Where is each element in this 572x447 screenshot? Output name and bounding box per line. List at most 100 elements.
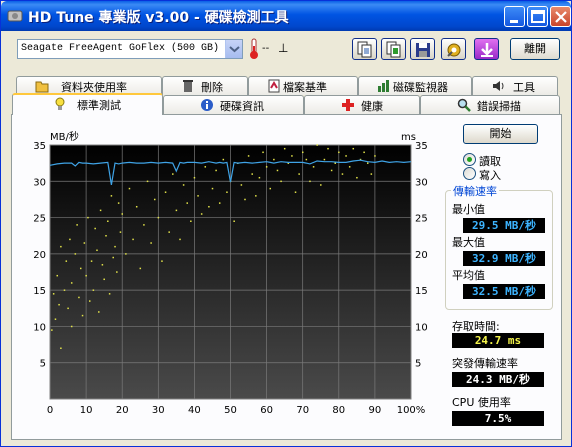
access-time-point — [81, 314, 84, 317]
tab-label: 錯誤掃描 — [477, 100, 521, 113]
close-icon — [555, 11, 567, 23]
max-value: 32.9 MB/秒 — [463, 251, 545, 266]
health-cross-icon — [342, 99, 354, 111]
access-time-point — [298, 173, 300, 175]
access-time-point — [107, 220, 109, 222]
x-tick-label: 100% — [397, 405, 426, 416]
access-time-point — [323, 158, 326, 161]
benchmark-chart: 0 10 20 30 40 50 60 70 80 90 100% 5 10 15 20 25 30 35 5 10 1… — [33, 130, 428, 416]
save-button[interactable] — [410, 38, 435, 60]
access-time-point — [226, 191, 228, 193]
tab-label: 健康 — [361, 100, 383, 113]
access-time-point — [312, 166, 315, 168]
access-time-point — [161, 260, 163, 262]
tab-error-scan[interactable]: 錯誤掃描 — [420, 95, 560, 114]
access-time-point — [69, 238, 71, 241]
access-time-point — [366, 162, 369, 164]
tab-label: 標準測試 — [77, 99, 121, 112]
access-time-point — [269, 187, 272, 190]
access-time-point — [74, 253, 77, 255]
tab-disk-monitor[interactable]: 磁碟監視器 — [358, 76, 472, 95]
access-time-point — [99, 209, 102, 212]
access-time-point — [112, 256, 114, 259]
access-time-point — [352, 147, 355, 150]
tab-file-benchmark[interactable]: 檔案基準 — [248, 76, 358, 95]
tab-tools[interactable]: 工具 — [472, 76, 558, 95]
copy-text-button[interactable] — [352, 38, 377, 60]
access-time-point — [96, 249, 98, 252]
access-time-point — [78, 296, 80, 299]
access-time-point — [348, 166, 351, 168]
read-radio[interactable] — [463, 153, 476, 166]
access-time-point — [103, 278, 105, 281]
access-time-point — [294, 191, 297, 193]
options-button[interactable] — [441, 38, 466, 60]
access-time-point — [87, 216, 89, 219]
download-button[interactable] — [474, 38, 499, 60]
tab-benchmark[interactable]: 標準測試 — [12, 93, 163, 115]
min-label: 最小值 — [452, 203, 485, 216]
tab-erase[interactable]: 刪除 — [162, 76, 248, 95]
access-time-point — [182, 184, 185, 186]
access-time-point — [110, 195, 113, 197]
access-time-point — [265, 166, 268, 168]
access-time-point — [193, 176, 196, 179]
access-time-point — [208, 205, 210, 208]
dropdown-arrow-button[interactable] — [225, 40, 242, 58]
title-bar[interactable]: HD Tune 專業版 v3.00 - 硬碟檢測工具 — [1, 1, 571, 31]
access-time-point — [139, 267, 142, 270]
tab-health[interactable]: 健康 — [304, 95, 420, 114]
write-radio[interactable] — [463, 167, 476, 180]
speaker-icon — [493, 81, 504, 91]
tab-disk-info[interactable]: 硬碟資訊 — [163, 95, 304, 114]
access-time-point — [101, 264, 104, 266]
temperature-value: -- — [262, 43, 270, 54]
access-time-point — [79, 267, 82, 270]
tab-label: 檔案基準 — [283, 81, 327, 94]
start-button[interactable]: 開始 — [463, 124, 538, 144]
drive-select[interactable]: Seagate FreeAgent GoFlex (500 GB) — [17, 39, 243, 59]
y-tick-label-left: 25 — [33, 214, 46, 225]
access-time-point — [58, 303, 60, 306]
access-time-point — [262, 151, 264, 154]
access-time-point — [172, 173, 174, 175]
access-time-point — [338, 151, 340, 154]
tab-label: 磁碟監視器 — [393, 81, 448, 94]
maximize-icon — [531, 10, 545, 23]
access-time-point — [76, 224, 78, 226]
tab-label: 硬碟資訊 — [220, 100, 264, 113]
close-button[interactable] — [550, 6, 571, 27]
access-time-point — [128, 187, 131, 190]
copy-screen-icon — [386, 41, 401, 58]
maximize-button[interactable] — [527, 6, 548, 27]
access-time-point — [276, 169, 279, 172]
minimize-button[interactable] — [504, 6, 525, 27]
chevron-down-icon — [229, 46, 240, 53]
y-tick-label-right: 35 — [415, 141, 428, 152]
exit-button[interactable]: 離開 — [510, 38, 560, 60]
access-time-point — [70, 282, 73, 284]
access-time-point — [70, 325, 73, 328]
download-icon — [481, 43, 493, 57]
x-tick-label: 10 — [80, 405, 93, 416]
access-time-label: 存取時間: — [452, 320, 500, 333]
y-tick-label-right: 5 — [415, 359, 421, 370]
minimize-icon — [510, 20, 518, 23]
window-title: HD Tune 專業版 v3.00 - 硬碟檢測工具 — [28, 10, 289, 26]
x-tick-label: 60 — [260, 405, 273, 416]
file-benchmark-icon — [268, 79, 280, 93]
x-tick-label: 0 — [47, 405, 53, 416]
access-time-point — [240, 184, 243, 186]
drive-select-value: Seagate FreeAgent GoFlex (500 GB) — [21, 43, 220, 54]
access-time-point — [186, 202, 188, 204]
access-time-point — [164, 191, 167, 193]
info-icon — [201, 99, 213, 111]
access-time-point — [309, 180, 311, 183]
burst-rate-value: 24.3 MB/秒 — [452, 372, 544, 387]
y-tick-label-left: 30 — [33, 177, 46, 188]
access-time-point — [175, 209, 178, 212]
x-tick-label: 50 — [224, 405, 237, 416]
copy-screen-button[interactable] — [381, 38, 406, 60]
access-time-point — [190, 220, 192, 222]
access-time-point — [258, 176, 261, 179]
